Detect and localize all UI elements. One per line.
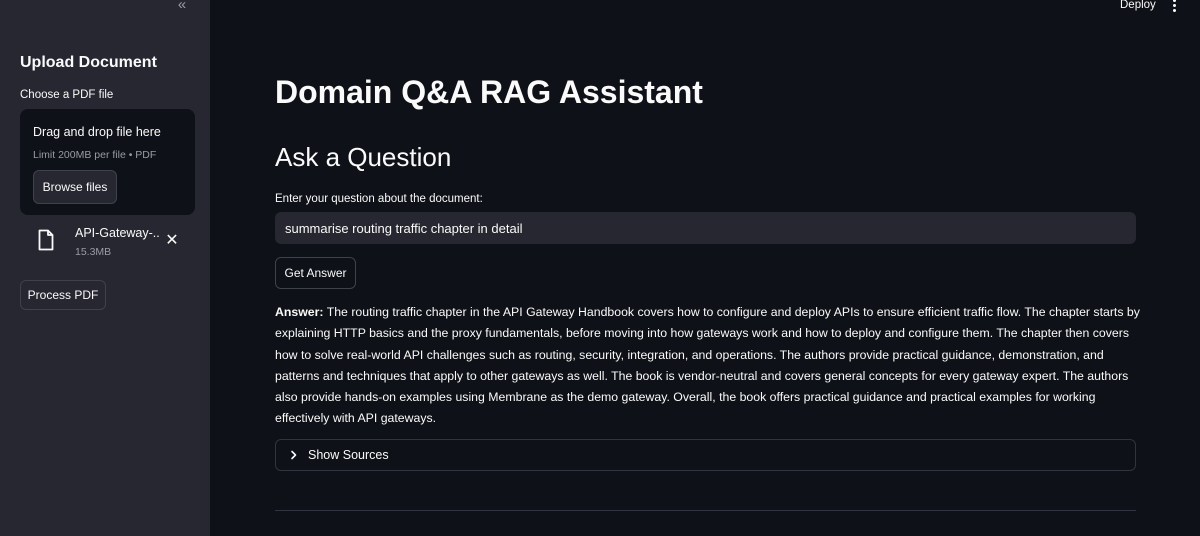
question-label: Enter your question about the document: xyxy=(275,193,483,205)
file-dropzone[interactable]: Drag and drop file here Limit 200MB per … xyxy=(20,109,195,215)
section-title: Ask a Question xyxy=(275,142,452,172)
vertical-dots-icon[interactable] xyxy=(1168,0,1180,15)
remove-file-icon[interactable]: ✕ xyxy=(164,233,180,249)
collapse-sidebar-icon[interactable]: « xyxy=(172,0,192,14)
show-sources-expander[interactable]: Show Sources xyxy=(275,439,1136,471)
uploaded-file-size: 15.3MB xyxy=(75,246,112,258)
sidebar: « Upload Document Choose a PDF file Drag… xyxy=(0,0,210,536)
process-pdf-button[interactable]: Process PDF xyxy=(20,280,106,310)
answer-text: Answer: The routing traffic chapter in t… xyxy=(275,302,1143,430)
page-title: Domain Q&A RAG Assistant xyxy=(275,74,703,110)
uploader-label: Choose a PDF file xyxy=(20,89,114,101)
deploy-button[interactable]: Deploy xyxy=(1120,0,1156,11)
chevron-right-icon xyxy=(291,450,297,460)
dropzone-text: Drag and drop file here xyxy=(33,125,161,139)
get-answer-button[interactable]: Get Answer xyxy=(275,257,356,289)
divider xyxy=(275,510,1136,511)
question-input[interactable] xyxy=(275,212,1136,244)
sidebar-title: Upload Document xyxy=(20,54,157,71)
browse-files-button[interactable]: Browse files xyxy=(33,170,117,204)
show-sources-label: Show Sources xyxy=(308,448,389,462)
answer-body: The routing traffic chapter in the API G… xyxy=(275,305,1140,426)
dropzone-limit: Limit 200MB per file • PDF xyxy=(33,149,157,161)
answer-prefix: Answer: xyxy=(275,305,324,319)
uploaded-file-name: API-Gateway-... xyxy=(75,226,159,240)
file-icon xyxy=(38,229,54,251)
